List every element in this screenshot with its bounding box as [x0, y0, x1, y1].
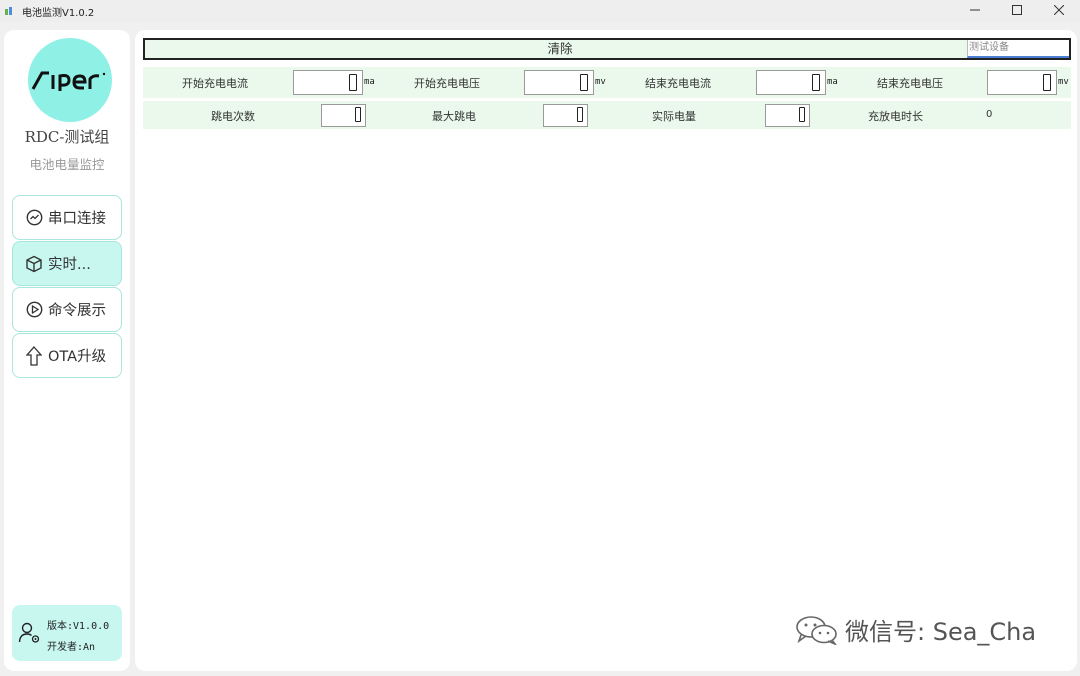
nav-serial-connect-button[interactable]: 串口连接 — [12, 195, 122, 240]
wechat-icon — [796, 615, 837, 645]
close-icon — [1054, 5, 1064, 15]
user-settings-icon — [18, 621, 42, 645]
max-trip-label: 最大跳电 — [432, 110, 476, 123]
nav-ota-upgrade-label: OTA升级 — [48, 349, 107, 365]
charge-discharge-duration-value: 0 — [986, 109, 993, 120]
window-title: 电池监测V1.0.2 — [22, 7, 95, 19]
trip-count-display: 0 — [321, 104, 366, 127]
watermark: 微信号: Sea_Cha — [795, 612, 1036, 647]
chart-circle-icon — [25, 209, 43, 227]
nav-serial-connect-label: 串口连接 — [48, 211, 106, 227]
end-charge-voltage-unit: mv — [1058, 77, 1069, 87]
end-charge-voltage-label: 结束充电电压 — [877, 77, 943, 90]
brand-logo — [28, 38, 112, 122]
nav-command-display-label: 命令展示 — [48, 303, 106, 319]
group-name: RDC-测试组 — [24, 128, 110, 146]
start-charge-voltage-unit: mv — [595, 77, 606, 87]
charging-params-row: 开始充电电流 0 ma 开始充电电压 0 mv 结束充电电流 0 ma 结束充电… — [143, 67, 1071, 98]
minimize-icon — [970, 9, 980, 11]
actual-capacity-label: 实际电量 — [652, 110, 696, 123]
device-input[interactable]: 测试设备 — [967, 40, 1069, 58]
title-bar: 电池监测V1.0.2 — [0, 0, 1080, 22]
nav-command-display-button[interactable]: 命令展示 — [12, 287, 122, 332]
maximize-button[interactable] — [996, 0, 1038, 20]
upload-arrow-icon — [25, 345, 43, 366]
trip-count-label: 跳电次数 — [211, 110, 255, 123]
nav-realtime-label: 实时... — [48, 257, 91, 273]
actual-capacity-display: 0 — [765, 104, 810, 127]
maximize-icon — [1012, 5, 1022, 15]
start-charge-current-label: 开始充电电流 — [182, 77, 248, 90]
clear-bar: 清除 测试设备 — [143, 38, 1071, 60]
main-panel: 清除 测试设备 开始充电电流 0 ma 开始充电电压 0 mv 结束充电电流 0… — [135, 30, 1077, 671]
start-charge-voltage-display: 0 — [524, 70, 594, 95]
start-charge-voltage-label: 开始充电电压 — [414, 77, 480, 90]
end-charge-voltage-display: 0 — [987, 70, 1057, 95]
clear-button[interactable]: 清除 — [145, 40, 975, 58]
cube-icon — [25, 255, 43, 273]
end-charge-current-unit: ma — [827, 77, 838, 87]
close-button[interactable] — [1038, 0, 1080, 20]
developer-label: 开发者:An — [47, 642, 96, 653]
end-charge-current-label: 结束充电电流 — [645, 77, 711, 90]
logo-wordmark — [31, 71, 106, 91]
start-charge-current-unit: ma — [364, 77, 375, 87]
minimize-button[interactable] — [954, 0, 996, 20]
app-icon — [5, 7, 15, 15]
app-subtitle: 电池电量监控 — [29, 157, 105, 172]
version-info-card: 版本:V1.0.0 开发者:An — [12, 605, 122, 661]
max-trip-display: 0 — [543, 104, 588, 127]
version-label: 版本:V1.0.0 — [47, 621, 110, 632]
end-charge-current-display: 0 — [756, 70, 826, 95]
play-circle-icon — [25, 301, 43, 319]
nav-ota-upgrade-button[interactable]: OTA升级 — [12, 333, 122, 378]
sidebar: RDC-测试组 电池电量监控 串口连接 实时... 命令展示 OTA升级 版本:… — [4, 30, 130, 671]
charge-discharge-duration-label: 充放电时长 — [868, 110, 923, 123]
window-controls — [954, 0, 1080, 22]
nav-realtime-button[interactable]: 实时... — [12, 241, 122, 286]
watermark-text: 微信号: Sea_Cha — [845, 618, 1037, 646]
start-charge-current-display: 0 — [293, 70, 363, 95]
statistics-row: 跳电次数 0 最大跳电 0 实际电量 0 充放电时长 0 — [143, 101, 1071, 129]
